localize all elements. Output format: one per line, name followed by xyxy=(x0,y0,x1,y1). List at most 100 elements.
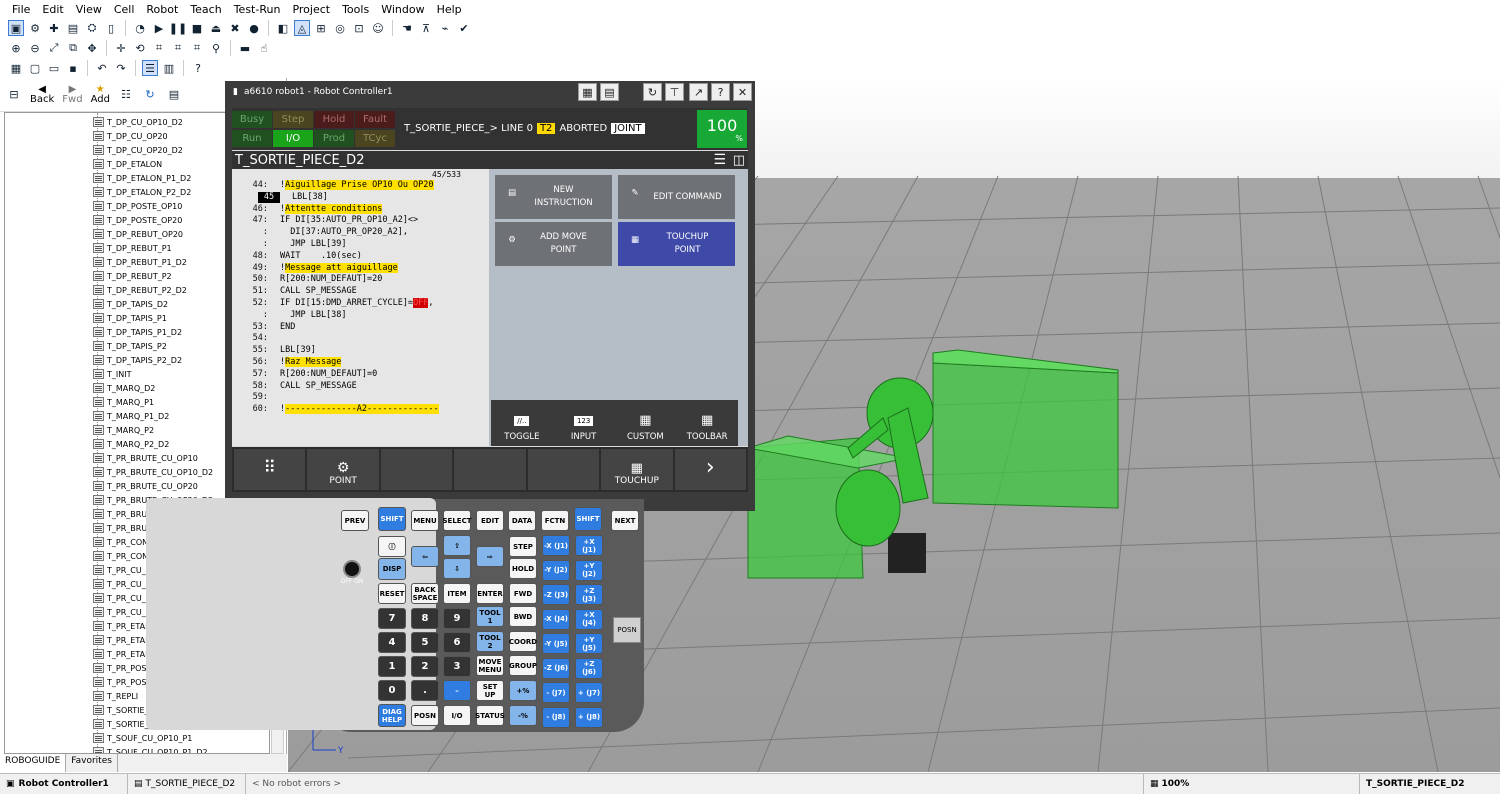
fkey-empty-1[interactable] xyxy=(380,449,453,490)
tree-item[interactable]: T_DP_ETALON_P1_D2 xyxy=(93,171,191,185)
pendant-close-icon[interactable]: ✕ xyxy=(733,83,752,101)
menu-icon[interactable]: ☰ xyxy=(713,152,726,168)
cell-browser-icon[interactable]: ☰ xyxy=(142,60,158,76)
digit-key-10[interactable]: . xyxy=(411,680,439,701)
tree-item[interactable]: T_DP_CU_OP10_D2 xyxy=(93,115,183,129)
tree-item[interactable]: T_MARQ_P2 xyxy=(93,423,154,437)
touchup-point-button[interactable]: ▦ TOUCHUP POINT xyxy=(618,222,735,266)
grid-icon[interactable]: ⊞ xyxy=(313,20,329,36)
add-move-point-button[interactable]: ⚙ ADD MOVE POINT xyxy=(495,222,612,266)
zoom-fit-icon[interactable]: ⤢ xyxy=(46,40,62,56)
diag-help-key[interactable]: DIAG HELP xyxy=(378,704,406,727)
properties-icon[interactable]: ▤ xyxy=(166,87,182,103)
zoom-window-icon[interactable]: ⧉ xyxy=(65,40,81,56)
tree-item[interactable]: T_DP_ETALON_P2_D2 xyxy=(93,185,191,199)
pendant-undock-icon[interactable]: ↗ xyxy=(689,83,708,101)
zoom-in-icon[interactable]: ⊕ xyxy=(8,40,24,56)
code-line[interactable]: 45 LBL[38] xyxy=(232,191,328,203)
fctn-key[interactable]: FCTN xyxy=(541,510,569,531)
move-menu-key[interactable]: MOVE MENU xyxy=(476,655,504,676)
tree-item[interactable]: T_DP_POSTE_OP20 xyxy=(93,213,182,227)
forward-button[interactable]: ▶ Fwd xyxy=(62,84,82,105)
tree-item[interactable]: T_DP_TAPIS_P1_D2 xyxy=(93,325,182,339)
step-key[interactable]: STEP xyxy=(509,536,537,557)
program-listing[interactable]: 45/533 44: !Aiguillage Prise OP10 Ou OP20… xyxy=(232,169,489,446)
tree-item[interactable]: T_PR_BRUTE_CU_OP10_D2 xyxy=(93,465,213,479)
menu-view[interactable]: View xyxy=(70,3,108,16)
code-line[interactable]: 49: !Message att aiguillage xyxy=(232,262,398,274)
jog-key-0[interactable]: -X (J1) xyxy=(542,535,570,556)
tree-icon[interactable]: ☷ xyxy=(118,87,134,103)
up-arrow-key[interactable]: ⇧ xyxy=(443,535,471,556)
code-line[interactable]: 56: !Raz Message xyxy=(232,357,342,368)
tree-item[interactable]: T_DP_ETALON xyxy=(93,157,162,171)
down-arrow-key[interactable]: ⇩ xyxy=(443,558,471,579)
enter-key[interactable]: ENTER xyxy=(476,583,504,604)
fkey-next[interactable]: › xyxy=(674,449,746,490)
code-line[interactable]: : DI[37:AUTO_PR_OP20_A2], xyxy=(232,227,408,238)
new-file-icon[interactable]: ▢ xyxy=(27,60,43,76)
tab-favorites[interactable]: Favorites xyxy=(66,754,118,772)
jog-key-9[interactable]: +Y (J5) xyxy=(575,633,603,654)
pendant-keys-icon[interactable]: ▦ xyxy=(578,83,597,101)
tree-item[interactable]: T_PR_BRUTE_CU_OP10 xyxy=(93,451,198,465)
jog-key-2[interactable]: -Y (J2) xyxy=(542,559,570,581)
status-key[interactable]: STATUS xyxy=(475,705,505,726)
undo-icon[interactable]: ↶ xyxy=(94,60,110,76)
tool1-key[interactable]: TOOL 1 xyxy=(476,606,504,627)
edit-key[interactable]: EDIT xyxy=(476,510,504,531)
bwd-key[interactable]: BWD xyxy=(509,606,537,627)
tree-item[interactable]: T_DP_REBUT_P1 xyxy=(93,241,172,255)
jog-key-4[interactable]: -Z (J3) xyxy=(542,584,570,605)
group-key[interactable]: GROUP xyxy=(509,655,537,676)
digit-key-4[interactable]: 5 xyxy=(411,632,439,653)
windows-icon[interactable]: ▥ xyxy=(161,60,177,76)
online-icon[interactable]: ⌁ xyxy=(437,20,453,36)
enable-switch[interactable]: OFF ON xyxy=(340,560,364,585)
menu-project[interactable]: Project xyxy=(286,3,336,16)
split-view-icon[interactable]: ◫ xyxy=(733,153,745,168)
new-instruction-button[interactable]: ▤ NEW INSTRUCTION xyxy=(495,175,612,219)
jog-key-10[interactable]: -Z (J6) xyxy=(542,657,570,679)
tree-item[interactable]: T_DP_REBUT_P2 xyxy=(93,269,172,283)
data-key[interactable]: DATA xyxy=(508,510,536,531)
tree-item[interactable]: T_REPLI xyxy=(93,689,138,703)
tree-item[interactable]: T_PR_BRUTE_CU_OP20 xyxy=(93,479,198,493)
zoom-out-icon[interactable]: ⊖ xyxy=(27,40,43,56)
tree-item[interactable]: T_SOUF_CU_OP10_P1_D2 xyxy=(93,745,208,753)
pendant-refresh-icon[interactable]: ↻ xyxy=(643,83,662,101)
io-key[interactable]: I/O xyxy=(443,705,471,726)
jog-key-5[interactable]: +Z (J3) xyxy=(575,584,603,605)
redo-icon[interactable]: ↷ xyxy=(113,60,129,76)
digit-key-2[interactable]: 9 xyxy=(443,608,471,629)
tree-item[interactable]: T_DP_TAPIS_P1 xyxy=(93,311,167,325)
record-icon[interactable]: ● xyxy=(246,20,262,36)
setup-key[interactable]: SET UP xyxy=(476,680,504,701)
abort-icon[interactable]: ✖ xyxy=(227,20,243,36)
backspace-key[interactable]: BACK SPACE xyxy=(411,583,439,604)
jog-key-3[interactable]: +Y (J2) xyxy=(575,559,603,581)
tool2-key[interactable]: TOOL 2 xyxy=(476,631,504,652)
save-icon[interactable]: ▪ xyxy=(65,60,81,76)
frame2-icon[interactable]: ⌗ xyxy=(170,40,186,56)
code-line[interactable]: : JMP LBL[38] xyxy=(232,310,347,321)
jog-key-15[interactable]: + (J8) xyxy=(575,706,603,728)
play-icon[interactable]: ▶ xyxy=(151,20,167,36)
code-line[interactable]: 54: xyxy=(232,333,280,344)
tab-roboguide[interactable]: ROBOGUIDE xyxy=(0,754,67,772)
digit-key-1[interactable]: 8 xyxy=(411,608,439,629)
code-line[interactable]: 50: R[200:NUM_DEFAUT]=20 xyxy=(232,274,383,285)
prev-key[interactable]: PREV xyxy=(341,510,369,531)
pan-icon[interactable]: ✥ xyxy=(84,40,100,56)
pendant-help-icon[interactable]: ? xyxy=(711,83,730,101)
posn-side-key[interactable]: POSN xyxy=(613,617,641,643)
tree-item[interactable]: T_DP_POSTE_OP10 xyxy=(93,199,182,213)
user-icon[interactable]: ☺ xyxy=(370,20,386,36)
jog-key-7[interactable]: +X (J4) xyxy=(575,608,603,630)
shift-key-left[interactable]: SHIFT xyxy=(378,507,406,531)
menu-window[interactable]: Window xyxy=(375,3,430,16)
stop-icon[interactable]: ■ xyxy=(189,20,205,36)
fkey-empty-3[interactable] xyxy=(527,449,600,490)
pause-icon[interactable]: ❚❚ xyxy=(169,20,187,36)
menu-test-run[interactable]: Test-Run xyxy=(228,3,287,16)
